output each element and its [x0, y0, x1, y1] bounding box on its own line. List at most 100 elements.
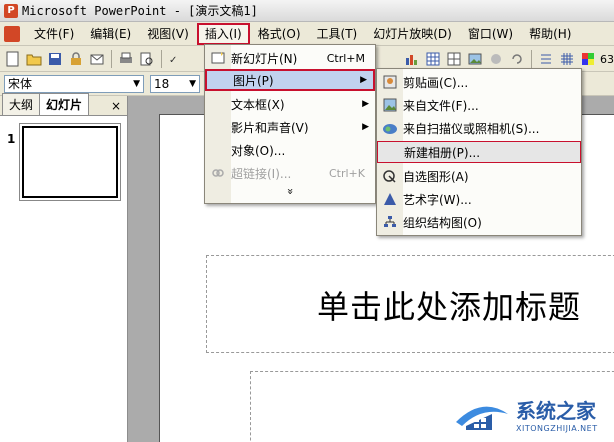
window-title: Microsoft PowerPoint - [演示文稿1]: [22, 4, 258, 18]
submenu-arrow-icon: ▶: [362, 122, 369, 132]
pane-tabs: 大纲 幻灯片 ×: [0, 93, 127, 116]
watermark-name: 系统之家: [516, 399, 596, 423]
menu-window[interactable]: 窗口(W): [460, 23, 521, 45]
expand-menu-label: »: [283, 188, 297, 195]
menu-item-label: 自选图形(A): [403, 169, 469, 184]
menu-item-label: 来自扫描仪或照相机(S)...: [403, 121, 540, 136]
undo-icon[interactable]: [508, 50, 526, 68]
menu-item-from-scanner[interactable]: 来自扫描仪或照相机(S)...: [377, 117, 581, 139]
new-slide-icon: [205, 51, 231, 65]
org-chart-icon[interactable]: [487, 50, 505, 68]
zoom-value[interactable]: 63: [600, 53, 614, 66]
menu-help[interactable]: 帮助(H): [521, 23, 579, 45]
close-icon[interactable]: ×: [111, 99, 121, 113]
document-icon[interactable]: [4, 25, 20, 42]
menu-item-label: 图片(P): [233, 73, 274, 88]
menu-item-movies-sounds[interactable]: 影片和声音(V) ▶: [205, 116, 375, 138]
title-placeholder[interactable]: 单击此处添加标题: [206, 255, 614, 353]
title-placeholder-text: 单击此处添加标题: [317, 288, 582, 326]
title-bar: P Microsoft PowerPoint - [演示文稿1]: [0, 0, 614, 22]
menu-item-label: 剪贴画(C)...: [403, 75, 469, 90]
chevron-down-icon: ▼: [189, 78, 196, 89]
menu-item-label: 新幻灯片(N): [231, 51, 298, 66]
submenu-arrow-icon: ▶: [360, 75, 367, 85]
table-icon[interactable]: [424, 50, 442, 68]
spelling-icon[interactable]: ✓: [167, 50, 185, 68]
slides-pane: 大纲 幻灯片 × 1: [0, 93, 128, 442]
chart-icon[interactable]: [403, 50, 421, 68]
insert-menu: 新幻灯片(N) Ctrl+M 图片(P) ▶ 文本框(X) ▶ 影片和声音(V)…: [204, 44, 376, 204]
menu-item-textbox[interactable]: 文本框(X) ▶: [205, 93, 375, 115]
menu-item-label: 新建相册(P)...: [404, 145, 481, 160]
expand-icon[interactable]: [537, 50, 555, 68]
menu-item-shortcut: Ctrl+M: [326, 51, 365, 65]
menu-slideshow[interactable]: 幻灯片放映(D): [365, 23, 460, 45]
font-name-select[interactable]: 宋体 ▼: [4, 74, 144, 93]
menu-item-label: 艺术字(W)...: [403, 192, 472, 207]
font-size-select[interactable]: 18 ▼: [150, 74, 200, 93]
menu-item-wordart[interactable]: 艺术字(W)...: [377, 188, 581, 210]
menu-item-org-chart[interactable]: 组织结构图(O): [377, 211, 581, 233]
tab-slides[interactable]: 幻灯片: [39, 93, 90, 115]
toolbar-separator: [161, 49, 162, 68]
color-grayscale-icon[interactable]: [579, 50, 597, 68]
tab-outline[interactable]: 大纲: [2, 93, 41, 115]
camera-icon: [377, 121, 403, 135]
menu-item-label: 影片和声音(V): [231, 120, 309, 135]
menu-edit[interactable]: 编辑(E): [82, 23, 139, 45]
permission-icon[interactable]: [67, 50, 85, 68]
menu-item-label: 组织结构图(O): [403, 215, 482, 230]
menu-item-label: 超链接(I)...: [231, 166, 292, 181]
toolbar-right-group: 63: [403, 50, 614, 68]
svg-text:✓: ✓: [169, 55, 177, 66]
font-name-value: 宋体: [8, 77, 33, 91]
menu-item-object[interactable]: 对象(O)...: [205, 139, 375, 161]
grid-icon[interactable]: [558, 50, 576, 68]
chevron-down-icon: ▼: [133, 78, 140, 89]
menu-item-new-slide[interactable]: 新幻灯片(N) Ctrl+M: [205, 47, 375, 69]
toolbar-separator: [111, 49, 112, 68]
hyperlink-icon: [205, 166, 231, 180]
print-icon[interactable]: [117, 50, 135, 68]
menu-item-from-file[interactable]: 来自文件(F)...: [377, 94, 581, 116]
save-icon[interactable]: [46, 50, 64, 68]
menu-item-autoshapes[interactable]: 自选图形(A): [377, 165, 581, 187]
slide-number: 1: [7, 132, 16, 146]
menu-view[interactable]: 视图(V): [139, 23, 197, 45]
tables-borders-icon[interactable]: [445, 50, 463, 68]
menu-file[interactable]: 文件(F): [26, 23, 82, 45]
menu-item-hyperlink[interactable]: 超链接(I)... Ctrl+K: [205, 162, 375, 184]
submenu-arrow-icon: ▶: [362, 99, 369, 109]
font-size-value: 18: [154, 76, 170, 91]
wordart-icon: [377, 192, 403, 206]
print-preview-icon[interactable]: [138, 50, 156, 68]
toolbar-separator: [531, 50, 532, 68]
image-file-icon: [377, 98, 403, 112]
menu-item-clip-art[interactable]: 剪贴画(C)...: [377, 71, 581, 93]
clip-art-icon: [377, 75, 403, 89]
menu-item-label: 对象(O)...: [231, 143, 286, 158]
autoshape-icon: [377, 169, 403, 183]
watermark: 系统之家 XITONGZHIJIA.NET: [452, 388, 612, 440]
menu-item-picture[interactable]: 图片(P) ▶: [205, 69, 375, 91]
open-icon[interactable]: [25, 50, 43, 68]
menu-item-shortcut: Ctrl+K: [328, 166, 365, 180]
watermark-url: XITONGZHIJIA.NET: [516, 424, 598, 433]
menu-insert[interactable]: 插入(I): [196, 22, 250, 45]
menu-item-label: 来自文件(F)...: [403, 98, 479, 113]
menu-format[interactable]: 格式(O): [250, 23, 309, 45]
expand-menu-chevron-icon[interactable]: »: [205, 185, 375, 198]
menu-bar: 文件(F) 编辑(E) 视图(V) 插入(I) 格式(O) 工具(T) 幻灯片放…: [0, 22, 614, 46]
org-chart-icon: [377, 215, 403, 229]
picture-submenu: 剪贴画(C)... 来自文件(F)... 来自扫描仪或照相机(S)... 新建相…: [376, 68, 582, 236]
menu-item-new-album[interactable]: 新建相册(P)...: [377, 141, 581, 163]
watermark-logo: [452, 392, 512, 436]
email-icon[interactable]: [88, 50, 106, 68]
powerpoint-icon: P: [4, 3, 18, 18]
menu-tools[interactable]: 工具(T): [309, 23, 366, 45]
slide-thumbnail[interactable]: [22, 126, 118, 198]
insert-picture-icon[interactable]: [466, 50, 484, 68]
menu-item-label: 文本框(X): [231, 97, 285, 112]
new-icon[interactable]: [4, 50, 22, 68]
watermark-text: 系统之家 XITONGZHIJIA.NET: [516, 395, 598, 433]
